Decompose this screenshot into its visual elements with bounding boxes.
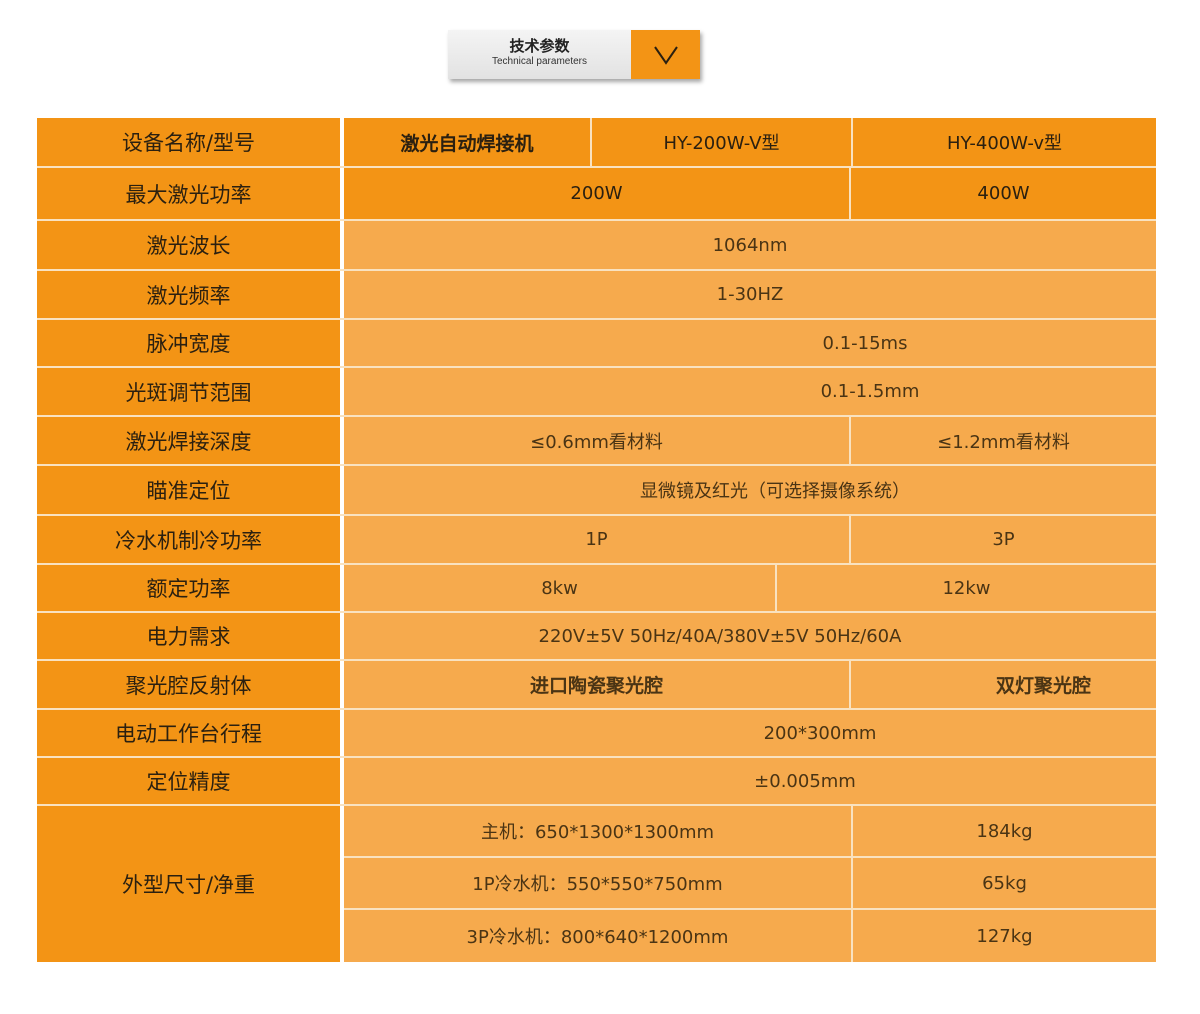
cell-value: 200*300mm [344,710,1156,756]
row-label: 激光频率 [37,271,344,318]
cell-value: 0.1-1.5mm [344,368,1156,415]
row-label: 外型尺寸/净重 [37,806,344,962]
table-row-model: 设备名称/型号 激光自动焊接机 HY-200W-V型 HY-400W-v型 [37,118,1156,168]
row-label: 电动工作台行程 [37,710,344,756]
cell-weight: 184kg [853,806,1156,856]
row-label: 定位精度 [37,758,344,804]
row-label: 激光焊接深度 [37,417,344,464]
cell-value: 双灯聚光腔 [851,661,1156,708]
section-header-badge: 技术参数 Technical parameters [448,30,700,79]
cell-size: 1P冷水机：550*550*750mm [344,858,853,908]
cell-value: 220V±5V 50Hz/40A/380V±5V 50Hz/60A [344,613,1156,659]
table-row-pulse-width: 脉冲宽度 0.1-15ms [37,320,1156,368]
row-label: 额定功率 [37,565,344,611]
cell-value: 200W [344,168,851,219]
cell-value: 400W [851,168,1156,219]
cell-value: 1-30HZ [344,271,1156,318]
cell-weight: 65kg [853,858,1156,908]
section-subtitle: Technical parameters [491,56,588,67]
table-row-power-supply: 电力需求 220V±5V 50Hz/40A/380V±5V 50Hz/60A [37,613,1156,661]
table-row-weld-depth: 激光焊接深度 ≤0.6mm看材料 ≤1.2mm看材料 [37,417,1156,466]
row-label: 瞄准定位 [37,466,344,514]
row-label: 脉冲宽度 [37,320,344,366]
spec-table: 设备名称/型号 激光自动焊接机 HY-200W-V型 HY-400W-v型 最大… [37,118,1156,962]
cell-value: 1064nm [344,221,1156,269]
table-row-frequency: 激光频率 1-30HZ [37,271,1156,320]
cell-weight: 127kg [853,910,1156,962]
cell-size: 主机：650*1300*1300mm [344,806,853,856]
row-label: 聚光腔反射体 [37,661,344,708]
row-label: 最大激光功率 [37,168,344,219]
section-title: 技术参数 [509,37,570,55]
cell-value: 激光自动焊接机 [344,118,592,166]
row-label: 电力需求 [37,613,344,659]
cell-value: ≤0.6mm看材料 [344,417,851,464]
table-row-chiller-power: 冷水机制冷功率 1P 3P [37,516,1156,565]
table-row-rated-power: 额定功率 8kw 12kw [37,565,1156,613]
cell-value: ≤1.2mm看材料 [851,417,1156,464]
table-row-precision: 定位精度 ±0.005mm [37,758,1156,806]
row-label: 设备名称/型号 [37,118,344,166]
table-row-spot-range: 光斑调节范围 0.1-1.5mm [37,368,1156,417]
table-row-reflector: 聚光腔反射体 进口陶瓷聚光腔 双灯聚光腔 [37,661,1156,710]
table-row: 3P冷水机：800*640*1200mm 127kg [344,910,1156,962]
cell-value: 进口陶瓷聚光腔 [344,661,851,708]
chevron-down-icon [631,30,700,79]
table-row-max-power: 最大激光功率 200W 400W [37,168,1156,221]
cell-value: 显微镜及红光（可选择摄像系统） [344,466,1156,514]
cell-value: 8kw [344,565,777,611]
cell-value: 0.1-15ms [344,320,1156,366]
cell-value: 1P [344,516,851,563]
cell-value: ±0.005mm [344,758,1156,804]
table-row-aiming: 瞄准定位 显微镜及红光（可选择摄像系统） [37,466,1156,516]
row-label: 冷水机制冷功率 [37,516,344,563]
row-label: 激光波长 [37,221,344,269]
table-row-stage-travel: 电动工作台行程 200*300mm [37,710,1156,758]
cell-size: 3P冷水机：800*640*1200mm [344,910,853,962]
table-row: 1P冷水机：550*550*750mm 65kg [344,858,1156,910]
cell-value: HY-400W-v型 [853,118,1156,166]
cell-value: 3P [851,516,1156,563]
section-header-text: 技术参数 Technical parameters [448,30,631,79]
table-row: 主机：650*1300*1300mm 184kg [344,806,1156,858]
cell-value: 12kw [777,565,1156,611]
cell-value: HY-200W-V型 [592,118,853,166]
table-row-wavelength: 激光波长 1064nm [37,221,1156,271]
row-label: 光斑调节范围 [37,368,344,415]
table-row-dimensions: 外型尺寸/净重 主机：650*1300*1300mm 184kg 1P冷水机：5… [37,806,1156,962]
